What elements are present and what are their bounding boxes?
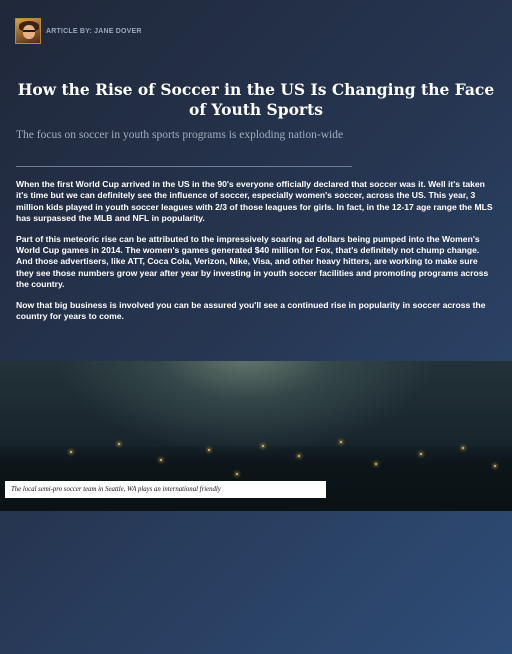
stadium-light	[208, 449, 210, 451]
stadium-light	[118, 443, 120, 445]
stadium-light	[420, 453, 422, 455]
paragraph-1: When the first World Cup arrived in the …	[16, 179, 493, 224]
byline-label: ARTICLE BY: JANE DOVER	[46, 27, 142, 35]
article-subtitle: The focus on soccer in youth sports prog…	[16, 129, 344, 141]
divider	[16, 166, 352, 167]
author-avatar[interactable]	[15, 18, 41, 44]
stadium-light	[70, 451, 72, 453]
paragraph-2: Part of this meteoric rise can be attrib…	[16, 233, 489, 290]
stadium-light	[298, 455, 300, 457]
article-title: How the Rise of Soccer in the US Is Chan…	[17, 80, 495, 119]
stadium-light	[494, 465, 496, 467]
stadium-light	[340, 441, 342, 443]
stadium-silhouette	[0, 446, 512, 511]
stadium-light	[160, 459, 162, 461]
paragraph-3: Now that big business is involved you ca…	[16, 299, 486, 322]
stadium-light	[462, 447, 464, 449]
stadium-light	[236, 473, 238, 475]
stadium-light	[262, 445, 264, 447]
stadium-light	[375, 463, 377, 465]
article-body: When the first World Cup arrived in the …	[16, 179, 495, 331]
avatar-glasses	[23, 30, 35, 35]
author-byline: ARTICLE BY: JANE DOVER	[15, 18, 142, 44]
photo-caption: The local semi-pro soccer team in Seattl…	[5, 481, 326, 498]
